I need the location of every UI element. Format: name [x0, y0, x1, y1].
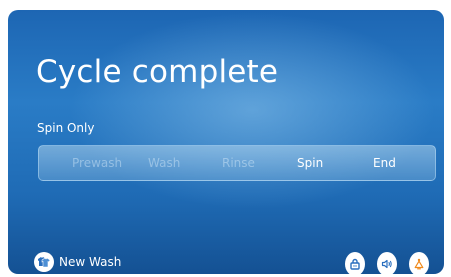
- display-screen: Cycle complete Spin Only Prewash Wash Ri…: [8, 10, 444, 274]
- stage-rinse: Rinse: [222, 156, 255, 170]
- page-title: Cycle complete: [36, 54, 279, 90]
- new-wash-label: New Wash: [59, 255, 122, 269]
- sound-icon[interactable]: [377, 252, 397, 274]
- light-icon[interactable]: [409, 252, 429, 274]
- stage-wash: Wash: [148, 156, 181, 170]
- new-wash-button[interactable]: New Wash: [34, 249, 121, 274]
- stage-prewash: Prewash: [72, 156, 123, 170]
- cycle-name: Spin Only: [37, 121, 95, 135]
- stage-end: End: [373, 156, 396, 170]
- stage-spin: Spin: [297, 156, 324, 170]
- child-lock-icon[interactable]: [345, 252, 365, 274]
- cycle-progress-bar: Prewash Wash Rinse Spin End: [38, 145, 436, 181]
- shirts-icon: [34, 252, 54, 272]
